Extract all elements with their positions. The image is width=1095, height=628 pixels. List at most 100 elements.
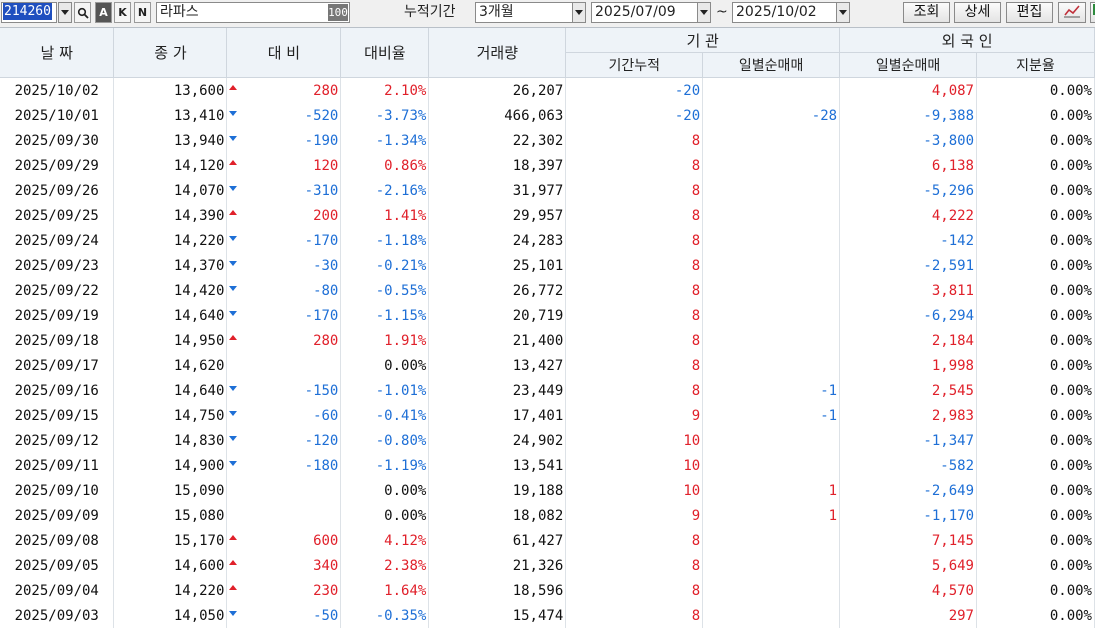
cell-close-text: 14,370 bbox=[174, 258, 225, 274]
cell-rate-text: 0.00% bbox=[384, 508, 426, 524]
detail-button[interactable]: 상세 bbox=[954, 2, 1001, 23]
cell-foreign-daily-text: 2,545 bbox=[932, 383, 974, 399]
table-row[interactable]: 2025/09/2214,420-80-0.55%26,77283,8110.0… bbox=[0, 278, 1095, 303]
cell-change-text: 280 bbox=[313, 333, 338, 349]
cell-date-text: 2025/09/22 bbox=[15, 283, 99, 299]
cell-rate: -0.21% bbox=[341, 253, 429, 278]
search-button[interactable]: 조회 bbox=[903, 2, 950, 23]
filter-n-button[interactable]: N bbox=[134, 2, 151, 23]
table-row[interactable]: 2025/09/3013,940-190-1.34%22,3028-3,8000… bbox=[0, 128, 1095, 153]
table-row[interactable]: 2025/09/2914,1201200.86%18,39786,1380.00… bbox=[0, 153, 1095, 178]
cell-volume-text: 466,063 bbox=[504, 108, 563, 124]
header-rate[interactable]: 대비율 bbox=[341, 28, 429, 78]
header-volume[interactable]: 거래량 bbox=[429, 28, 566, 78]
table-row[interactable]: 2025/09/2314,370-30-0.21%25,1018-2,5910.… bbox=[0, 253, 1095, 278]
end-date-field[interactable]: 2025/10/02 bbox=[732, 2, 837, 23]
cell-change bbox=[227, 503, 341, 528]
cell-institution-cumulative-text: 10 bbox=[683, 433, 700, 449]
cell-foreign-daily: 3,811 bbox=[840, 278, 977, 303]
cell-rate-text: 2.10% bbox=[384, 83, 426, 99]
table-row[interactable]: 2025/09/2414,220-170-1.18%24,2838-1420.0… bbox=[0, 228, 1095, 253]
table-row[interactable]: 2025/09/1114,900-180-1.19%13,54110-5820.… bbox=[0, 453, 1095, 478]
table-row[interactable]: 2025/10/0113,410-520-3.73%466,063-20-28-… bbox=[0, 103, 1095, 128]
table-row[interactable]: 2025/09/1214,830-120-0.80%24,90210-1,347… bbox=[0, 428, 1095, 453]
stock-code-dropdown-button[interactable] bbox=[58, 2, 72, 23]
cell-institution-cumulative: 8 bbox=[566, 578, 703, 603]
cell-change: 280 bbox=[227, 328, 341, 353]
cell-institution-cumulative: 8 bbox=[566, 153, 703, 178]
cell-foreign-daily-text: -9,388 bbox=[923, 108, 974, 124]
filter-k-button[interactable]: K bbox=[114, 2, 131, 23]
cell-date: 2025/09/19 bbox=[0, 303, 114, 328]
cell-change: -520 bbox=[227, 103, 341, 128]
edit-button[interactable]: 편집 bbox=[1006, 2, 1053, 23]
table-row[interactable]: 2025/09/1514,750-60-0.41%17,4019-12,9830… bbox=[0, 403, 1095, 428]
cell-foreign-ratio-text: 0.00% bbox=[1050, 183, 1092, 199]
stock-code-input[interactable]: 214260 bbox=[1, 2, 57, 23]
cell-close-text: 15,170 bbox=[174, 533, 225, 549]
cell-institution-cumulative: 8 bbox=[566, 253, 703, 278]
table-row[interactable]: 2025/09/2614,070-310-2.16%31,9778-5,2960… bbox=[0, 178, 1095, 203]
table-row[interactable]: 2025/09/1714,6200.00%13,42781,9980.00% bbox=[0, 353, 1095, 378]
cell-foreign-ratio: 0.00% bbox=[977, 553, 1095, 578]
cell-volume: 13,427 bbox=[429, 353, 566, 378]
table-row[interactable]: 2025/09/0514,6003402.38%21,32685,6490.00… bbox=[0, 553, 1095, 578]
cell-institution-cumulative: 8 bbox=[566, 228, 703, 253]
table-row[interactable]: 2025/10/0213,6002802.10%26,207-204,0870.… bbox=[0, 78, 1095, 104]
cell-foreign-ratio: 0.00% bbox=[977, 478, 1095, 503]
cell-date-text: 2025/09/15 bbox=[15, 408, 99, 424]
stock-name-field[interactable]: 라파스 100 bbox=[156, 2, 350, 23]
cell-foreign-daily: 6,138 bbox=[840, 153, 977, 178]
cell-date-text: 2025/09/16 bbox=[15, 383, 99, 399]
cell-close: 15,090 bbox=[114, 478, 227, 503]
chart-button[interactable] bbox=[1058, 2, 1086, 23]
table-row[interactable]: 2025/09/1614,640-150-1.01%23,4498-12,545… bbox=[0, 378, 1095, 403]
cell-close: 14,390 bbox=[114, 203, 227, 228]
cell-change-text: -190 bbox=[305, 133, 339, 149]
cell-institution-cumulative-text: 8 bbox=[692, 533, 700, 549]
header-change[interactable]: 대 비 bbox=[227, 28, 341, 78]
search-icon-button[interactable] bbox=[74, 2, 91, 23]
cell-institution-daily: -1 bbox=[703, 403, 840, 428]
start-date-field[interactable]: 2025/07/09 bbox=[591, 2, 701, 23]
start-date-dropdown-button[interactable] bbox=[697, 2, 711, 23]
cell-foreign-daily: 4,087 bbox=[840, 78, 977, 104]
cell-foreign-ratio: 0.00% bbox=[977, 278, 1095, 303]
table-row[interactable]: 2025/09/1814,9502801.91%21,40082,1840.00… bbox=[0, 328, 1095, 353]
table-row[interactable]: 2025/09/2514,3902001.41%29,95784,2220.00… bbox=[0, 203, 1095, 228]
header-date[interactable]: 날 짜 bbox=[0, 28, 114, 78]
down-triangle-icon bbox=[229, 261, 237, 266]
header-foreign-ratio[interactable]: 지분율 bbox=[977, 53, 1095, 78]
cell-rate: 1.41% bbox=[341, 203, 429, 228]
header-institution-cumulative[interactable]: 기간누적 bbox=[566, 53, 703, 78]
table-row[interactable]: 2025/09/0815,1706004.12%61,42787,1450.00… bbox=[0, 528, 1095, 553]
period-dropdown-button[interactable] bbox=[572, 2, 586, 23]
cell-rate-text: -2.16% bbox=[376, 183, 427, 199]
cell-close-text: 13,940 bbox=[174, 133, 225, 149]
export-button[interactable] bbox=[1090, 2, 1095, 23]
cell-close: 14,900 bbox=[114, 453, 227, 478]
cell-change: 340 bbox=[227, 553, 341, 578]
down-triangle-icon bbox=[229, 386, 237, 391]
header-institution-daily[interactable]: 일별순매매 bbox=[703, 53, 840, 78]
table-row[interactable]: 2025/09/0414,2202301.64%18,59684,5700.00… bbox=[0, 578, 1095, 603]
table-row[interactable]: 2025/09/1015,0900.00%19,188101-2,6490.00… bbox=[0, 478, 1095, 503]
cell-rate: -0.35% bbox=[341, 603, 429, 628]
cell-rate: -0.55% bbox=[341, 278, 429, 303]
cell-institution-cumulative: 8 bbox=[566, 603, 703, 628]
period-select[interactable]: 3개월 bbox=[475, 2, 576, 23]
quantity-badge[interactable]: 100 bbox=[328, 4, 348, 21]
table-row[interactable]: 2025/09/0915,0800.00%18,08291-1,1700.00% bbox=[0, 503, 1095, 528]
header-close[interactable]: 종 가 bbox=[114, 28, 227, 78]
end-date-dropdown-button[interactable] bbox=[836, 2, 850, 23]
table-body: 2025/10/0213,6002802.10%26,207-204,0870.… bbox=[0, 78, 1095, 628]
cell-institution-cumulative: -20 bbox=[566, 78, 703, 104]
cell-foreign-ratio-text: 0.00% bbox=[1050, 383, 1092, 399]
table-row[interactable]: 2025/09/0314,050-50-0.35%15,47482970.00% bbox=[0, 603, 1095, 628]
header-foreign-daily[interactable]: 일별순매매 bbox=[840, 53, 977, 78]
table-row[interactable]: 2025/09/1914,640-170-1.15%20,7198-6,2940… bbox=[0, 303, 1095, 328]
toolbar: 214260 A K N 라파스 100 누적기간 3개월 2025/07/09… bbox=[0, 0, 1095, 28]
cell-institution-cumulative: 8 bbox=[566, 528, 703, 553]
filter-a-button[interactable]: A bbox=[95, 2, 112, 23]
cell-foreign-ratio-text: 0.00% bbox=[1050, 308, 1092, 324]
